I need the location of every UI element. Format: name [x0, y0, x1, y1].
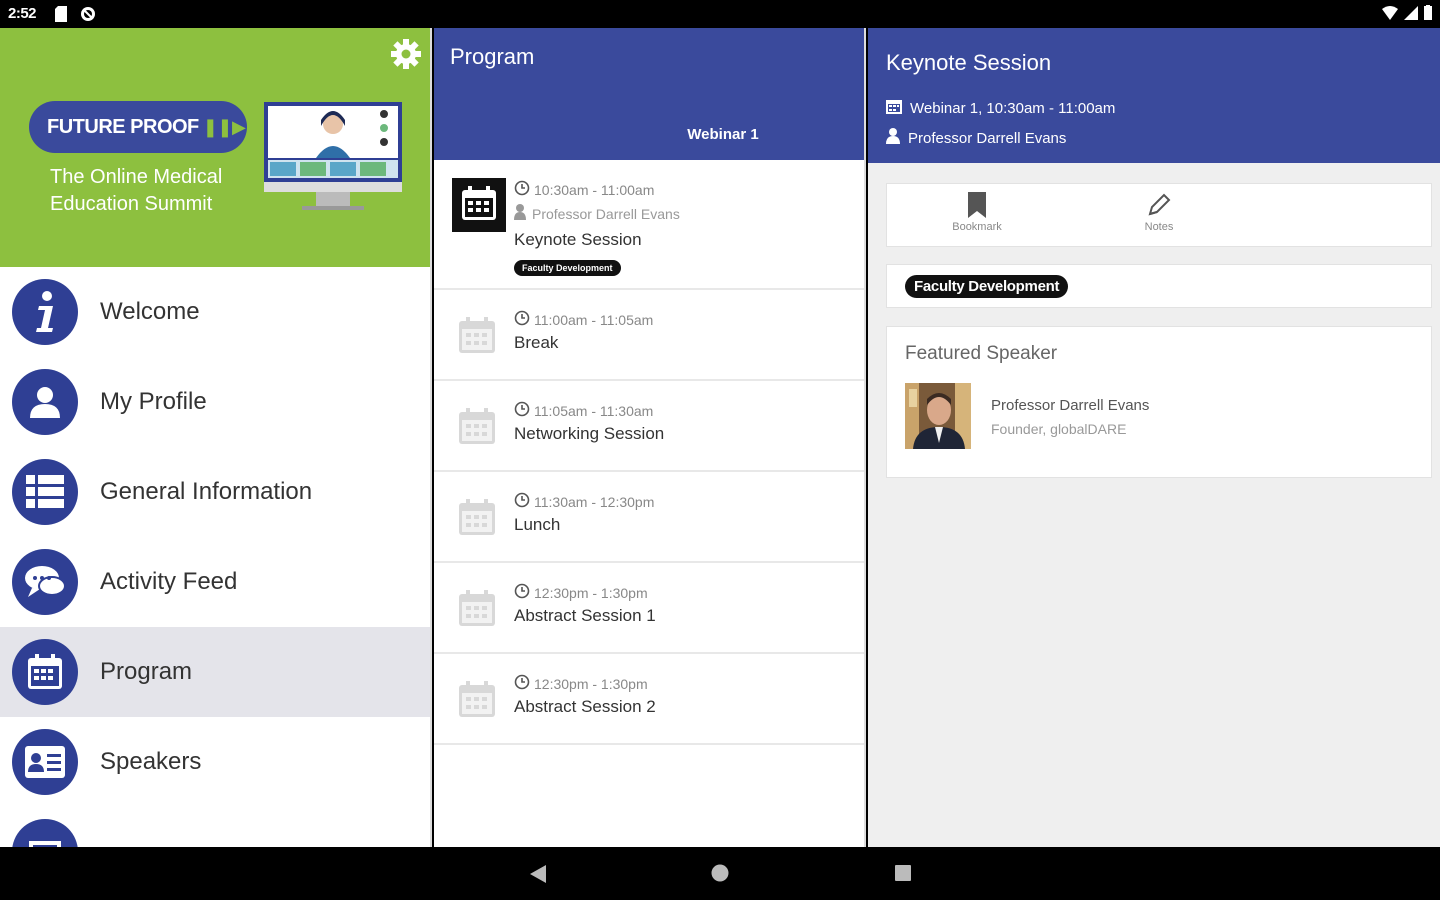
- bookmark-icon: [966, 192, 988, 221]
- featured-speaker-role: Founder, globalDARE: [991, 421, 1127, 437]
- blocked-icon: [80, 6, 96, 27]
- session-tag: Faculty Development: [514, 260, 621, 276]
- session-time: 12:30pm - 1:30pm: [514, 583, 648, 602]
- play-arrows-icon: ❚❚▶: [202, 116, 246, 137]
- session-time: 10:30am - 11:00am: [514, 180, 654, 199]
- calendar-icon: [886, 98, 902, 118]
- session-item-keynote[interactable]: 10:30am - 11:00am Professor Darrell Evan…: [434, 160, 864, 290]
- video-call-monitor-illustration: [264, 102, 404, 219]
- detail-title: Keynote Session: [886, 50, 1052, 75]
- session-item-abstract-1[interactable]: 12:30pm - 1:30pm Abstract Session 1: [434, 563, 864, 654]
- back-icon[interactable]: [528, 864, 548, 889]
- clock-icon: [514, 492, 530, 511]
- gear-icon[interactable]: [390, 38, 422, 75]
- app-screen: 2:52 FUTURE PROOF ❚❚▶ The Online Medical…: [0, 0, 1440, 900]
- featured-speaker-name[interactable]: Professor Darrell Evans: [991, 397, 1149, 414]
- featured-speaker-card: Featured Speaker Professor Darrell Evans…: [886, 326, 1432, 478]
- navigation-drawer: FUTURE PROOF ❚❚▶ The Online Medical Educ…: [0, 28, 432, 847]
- event-tagline: The Online Medical Education Summit: [50, 166, 223, 215]
- speaker-photo[interactable]: [905, 383, 971, 449]
- session-title: Break: [514, 333, 559, 352]
- bookmark-button[interactable]: Bookmark: [937, 192, 1017, 233]
- wifi-icon: [1382, 5, 1398, 25]
- action-bar: Bookmark Notes: [886, 183, 1432, 247]
- clock-icon: [514, 310, 530, 329]
- drawer-item-my-profile[interactable]: My Profile: [0, 357, 430, 447]
- list-icon: [12, 459, 78, 525]
- home-icon[interactable]: [711, 864, 729, 887]
- drawer-item-general-information[interactable]: General Information: [0, 447, 430, 537]
- status-time: 2:52: [8, 5, 37, 22]
- page-title: Program: [450, 44, 535, 69]
- drawer-item-program[interactable]: Program: [0, 627, 430, 717]
- clock-icon: [514, 180, 530, 199]
- calendar-icon: [458, 680, 496, 723]
- session-detail-panel: Keynote Session Webinar 1, 10:30am - 11:…: [868, 28, 1440, 847]
- program-header: Program Webinar 1: [434, 28, 864, 160]
- drawer-item-speakers[interactable]: Speakers: [0, 717, 430, 807]
- session-time: 11:00am - 11:05am: [514, 310, 653, 329]
- drawer-item-activity-feed[interactable]: Activity Feed: [0, 537, 430, 627]
- session-item-networking[interactable]: 11:05am - 11:30am Networking Session: [434, 381, 864, 472]
- session-item-abstract-2[interactable]: 12:30pm - 1:30pm Abstract Session 2: [434, 654, 864, 745]
- tags-card: Faculty Development: [886, 264, 1432, 308]
- drawer-item-partial[interactable]: [0, 807, 430, 847]
- session-title: Lunch: [514, 515, 561, 534]
- info-icon: [12, 279, 78, 345]
- session-title: Networking Session: [514, 424, 665, 443]
- recents-icon[interactable]: [894, 864, 912, 887]
- system-navigation-bar: [0, 847, 1440, 900]
- detail-when: Webinar 1, 10:30am - 11:00am: [886, 98, 1115, 118]
- person-icon: [886, 128, 900, 148]
- calendar-icon: [452, 178, 506, 237]
- clock-icon: [514, 583, 530, 602]
- chat-icon: [12, 549, 78, 615]
- person-icon: [12, 369, 78, 435]
- clock-icon: [514, 674, 530, 693]
- clock-icon: [514, 401, 530, 420]
- calendar-icon: [12, 639, 78, 705]
- session-time: 11:05am - 11:30am: [514, 401, 653, 420]
- tab-webinar-1[interactable]: Webinar 1: [434, 126, 864, 143]
- id-card-icon: [12, 729, 78, 795]
- pencil-icon: [1146, 193, 1172, 221]
- sd-card-icon: [55, 6, 67, 27]
- detail-speaker: Professor Darrell Evans: [886, 128, 1066, 148]
- session-time: 12:30pm - 1:30pm: [514, 674, 648, 693]
- session-title: Abstract Session 1: [514, 606, 656, 625]
- status-bar: 2:52: [0, 0, 1440, 28]
- calendar-icon: [458, 407, 496, 450]
- detail-header: Keynote Session Webinar 1, 10:30am - 11:…: [868, 28, 1440, 163]
- calendar-icon: [458, 498, 496, 541]
- session-title: Abstract Session 2: [514, 697, 656, 716]
- signal-icon: [1404, 5, 1418, 25]
- event-banner: FUTURE PROOF ❚❚▶ The Online Medical Educ…: [0, 28, 430, 267]
- session-title: Keynote Session: [514, 230, 642, 249]
- session-time: 11:30am - 12:30pm: [514, 492, 654, 511]
- calendar-icon: [458, 316, 496, 359]
- session-item-lunch[interactable]: 11:30am - 12:30pm Lunch: [434, 472, 864, 563]
- session-item-break[interactable]: 11:00am - 11:05am Break: [434, 290, 864, 381]
- person-icon: [514, 204, 526, 223]
- drawer-menu: Welcome My Profile General Information A…: [0, 267, 430, 847]
- calendar-icon: [458, 589, 496, 632]
- event-logo: FUTURE PROOF ❚❚▶: [29, 101, 247, 153]
- featured-speaker-heading: Featured Speaker: [905, 343, 1058, 364]
- session-list: 10:30am - 11:00am Professor Darrell Evan…: [434, 160, 864, 745]
- notes-button[interactable]: Notes: [1119, 192, 1199, 233]
- program-list-panel: Program Webinar 1 10:30am - 11:00am Prof…: [434, 28, 866, 847]
- session-speaker: Professor Darrell Evans: [514, 204, 680, 223]
- drawer-item-welcome[interactable]: Welcome: [0, 267, 430, 357]
- battery-icon: [1424, 5, 1432, 25]
- faculty-development-tag[interactable]: Faculty Development: [905, 275, 1069, 298]
- partial-menu-icon: [12, 819, 78, 847]
